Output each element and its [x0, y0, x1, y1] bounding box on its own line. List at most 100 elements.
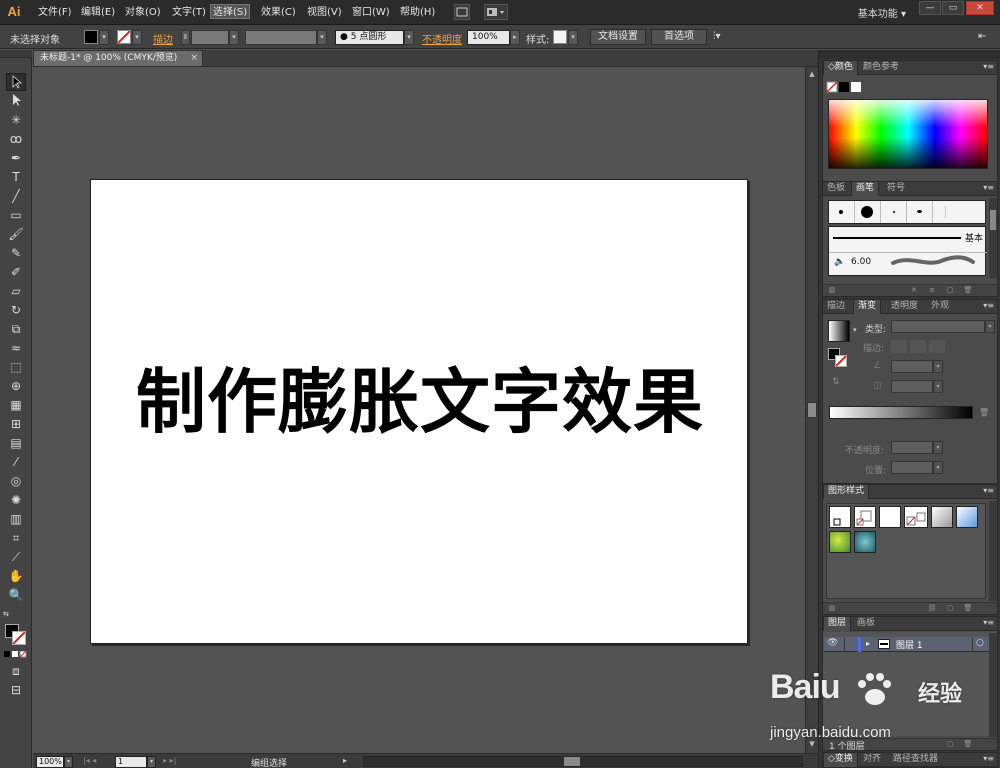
gradient-type-arrow[interactable]: ▾ [985, 320, 995, 333]
blob-brush-tool-icon[interactable]: ✐ [6, 263, 26, 281]
tab-symbols[interactable]: 符号 [883, 182, 909, 196]
artboard-number-field[interactable]: 1 [115, 756, 147, 768]
tab-color[interactable]: ◇颜色 [823, 61, 858, 75]
menu-effect[interactable]: 效果(C) [259, 5, 298, 20]
gradient-aspect-arrow[interactable]: ▾ [933, 380, 943, 393]
stroke-label-link[interactable]: 描边 [153, 31, 173, 46]
minimize-button[interactable]: — [919, 1, 941, 15]
tab-align[interactable]: 对齐 [859, 753, 885, 767]
tab-color-guide[interactable]: 颜色参考 [859, 61, 903, 75]
panel-menu-icon[interactable]: ▾≡ [983, 183, 994, 192]
bridge-button[interactable] [454, 4, 470, 20]
perspective-grid-tool-icon[interactable]: ▦ [6, 396, 26, 414]
lasso-tool-icon[interactable]: ꝏ [6, 130, 26, 148]
dock-grip[interactable] [819, 50, 1000, 59]
paintbrush-tool-icon[interactable]: 🖌 [6, 225, 26, 243]
fill-swatch[interactable] [84, 30, 98, 44]
artboard-dropdown[interactable]: ▾ [147, 756, 156, 768]
headline-text[interactable]: 制作膨胀文字效果 [91, 360, 749, 444]
hand-tool-icon[interactable]: ✋ [6, 567, 26, 585]
menu-file[interactable]: 文件(F) [36, 5, 74, 20]
rotate-tool-icon[interactable]: ↻ [6, 301, 26, 319]
basic-brush-line[interactable] [833, 237, 961, 239]
selection-tool-icon[interactable] [6, 73, 26, 91]
pencil-tool-icon[interactable]: ✎ [6, 244, 26, 262]
vertical-scroll-thumb[interactable] [807, 402, 817, 418]
free-transform-tool-icon[interactable]: ⬚ [6, 358, 26, 376]
opacity-label-link[interactable]: 不透明度 [422, 31, 462, 46]
blend-tool-icon[interactable]: ◎ [6, 472, 26, 490]
gradient-tool-icon[interactable]: ▤ [6, 434, 26, 452]
style-teal-texture[interactable] [854, 531, 876, 553]
draw-mode-icon[interactable]: ⧈ [6, 662, 26, 680]
brush-faint[interactable] [933, 201, 959, 223]
eye-icon[interactable]: 👁 [827, 638, 838, 648]
brush-panel-scrollbar[interactable] [989, 198, 997, 278]
slice-tool-icon[interactable]: ⟋ [6, 548, 26, 566]
brush-definition-field[interactable]: ● 5 点圆形 [335, 30, 404, 45]
style-green-texture[interactable] [829, 531, 851, 553]
scale-tool-icon[interactable]: ⧉ [6, 320, 26, 338]
warp-tool-icon[interactable]: ≈ [6, 339, 26, 357]
color-spectrum[interactable] [828, 99, 988, 169]
tab-brushes[interactable]: 画笔 [851, 182, 880, 196]
panel-menu-icon[interactable]: ▾≡ [983, 62, 994, 71]
style-soft-gray[interactable] [931, 506, 953, 528]
panel-menu-icon[interactable]: ▾≡ [983, 301, 994, 310]
tab-gradient[interactable]: 渐变 [853, 300, 882, 314]
stroke-weight-stepper[interactable]: ⇕ [181, 30, 190, 45]
delete-stop-icon[interactable]: 🗑 [979, 408, 989, 417]
horizontal-scrollbar[interactable] [363, 756, 803, 767]
style-white[interactable] [879, 506, 901, 528]
style-no-fill[interactable] [854, 506, 876, 528]
shape-builder-tool-icon[interactable]: ⊕ [6, 377, 26, 395]
canvas-area[interactable]: 制作膨胀文字效果 [33, 67, 805, 753]
opacity-field[interactable]: 100% [467, 30, 510, 45]
profile-dropdown[interactable]: ▾ [317, 30, 327, 45]
arrange-icon[interactable]: ⫶▾ [713, 31, 721, 42]
menu-view[interactable]: 视图(V) [305, 5, 344, 20]
swap-fill-stroke-icon[interactable]: ⇆ [3, 610, 29, 619]
color-mode-swatches[interactable] [826, 81, 866, 95]
chevron-down-icon[interactable]: ▾ [853, 326, 857, 334]
break-link-icon[interactable]: ⛓ [927, 604, 937, 613]
stroke-weight-field[interactable] [191, 30, 229, 45]
menu-select[interactable]: 选择(S) [210, 4, 251, 19]
delete-style-icon[interactable]: 🗑 [963, 604, 973, 613]
menu-edit[interactable]: 编辑(E) [79, 5, 117, 20]
scroll-up-icon[interactable]: ▲ [807, 69, 817, 79]
style-double-stroke[interactable] [904, 506, 928, 528]
status-menu-icon[interactable]: ▸ [343, 756, 347, 765]
panel-menu-icon[interactable]: ⇤ [978, 31, 986, 42]
color-mode-buttons[interactable] [4, 650, 28, 659]
layer-row[interactable]: 👁 ▸ 图层 1 ○ [824, 637, 996, 652]
style-default[interactable] [829, 506, 851, 528]
brush-small-round[interactable] [829, 201, 855, 223]
style-library-icon[interactable]: ▥ [827, 604, 837, 613]
stroke-weight-dropdown[interactable]: ▾ [229, 30, 239, 45]
screen-mode-icon[interactable]: ⊟ [6, 681, 26, 699]
zoom-dropdown[interactable]: ▾ [64, 756, 73, 768]
restore-button[interactable]: ▭ [942, 1, 964, 15]
gradient-opacity-arrow[interactable]: ▾ [933, 441, 943, 454]
gradient-angle-field[interactable] [891, 360, 933, 373]
artboard-tool-icon[interactable]: ⌗ [6, 529, 26, 547]
tab-swatches[interactable]: 色板 [823, 182, 849, 196]
preferences-button[interactable]: 首选项 [651, 29, 707, 45]
variable-width-profile[interactable] [245, 30, 317, 45]
panel-menu-icon[interactable]: ▾≡ [983, 754, 994, 763]
artboard[interactable]: 制作膨胀文字效果 [90, 179, 748, 644]
type-tool-icon[interactable]: T [6, 168, 26, 186]
document-tab[interactable]: 未标题-1* @ 100% (CMYK/预览) × [33, 50, 203, 66]
tab-transform[interactable]: ◇变换 [823, 753, 858, 767]
eyedropper-tool-icon[interactable]: ⁄ [6, 453, 26, 471]
gradient-position-arrow[interactable]: ▾ [933, 461, 943, 474]
layer-target-icon[interactable]: ○ [976, 638, 984, 648]
layers-scrollbar[interactable] [989, 633, 997, 737]
fill-dropdown-arrow[interactable]: ▾ [99, 30, 109, 45]
style-blue-glow[interactable] [956, 506, 978, 528]
gradient-stroke-box[interactable] [835, 355, 847, 367]
gradient-opacity-field[interactable] [891, 441, 933, 454]
brush-large-round[interactable] [855, 201, 881, 223]
stroke-swatch[interactable] [117, 30, 131, 44]
